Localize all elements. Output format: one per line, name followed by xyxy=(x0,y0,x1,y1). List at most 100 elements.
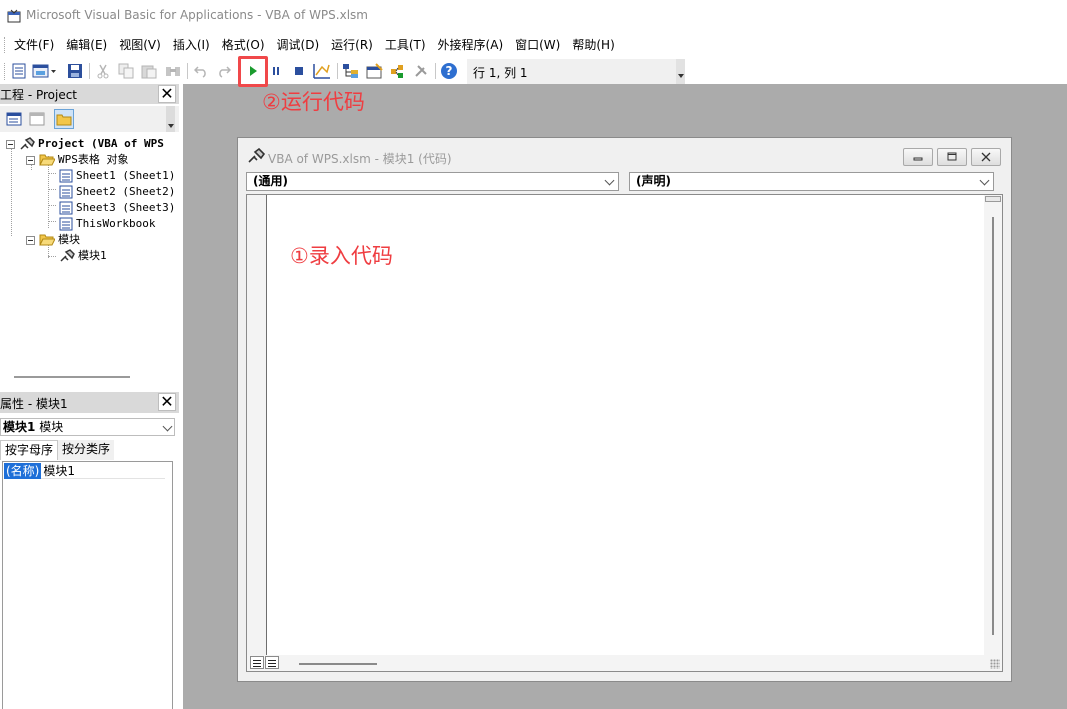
folder-open-icon xyxy=(39,234,55,246)
copy-icon[interactable] xyxy=(117,62,135,80)
property-value[interactable]: 模块1 xyxy=(41,463,166,479)
cut-icon[interactable] xyxy=(94,62,112,80)
horizontal-scroll-thumb[interactable] xyxy=(299,663,377,665)
project-explorer-icon[interactable] xyxy=(342,62,360,80)
properties-pane-title: 属性 - 模块1 xyxy=(0,397,68,411)
insert-module-icon[interactable] xyxy=(32,62,58,80)
close-icon: ✕ xyxy=(160,392,174,411)
code-window: VBA of WPS.xlsm - 模块1 (代码) (通用) (声明) xyxy=(237,137,1012,682)
toolbar-grip[interactable] xyxy=(4,63,6,80)
tree-label-thisworkbook: ThisWorkbook xyxy=(76,217,156,230)
tree-node-sheet2[interactable]: Sheet2 (Sheet2) xyxy=(59,184,175,200)
split-bar[interactable] xyxy=(985,196,1001,202)
tree-node-thisworkbook[interactable]: ThisWorkbook xyxy=(59,216,155,232)
vertical-scroll-thumb[interactable] xyxy=(992,217,994,635)
run-icon[interactable] xyxy=(244,62,262,80)
collapse-icon[interactable] xyxy=(26,155,35,165)
code-text-area[interactable] xyxy=(268,195,984,655)
tree-label-sheet2: Sheet2 (Sheet2) xyxy=(76,185,176,198)
procedure-combo-value: (声明) xyxy=(636,174,671,188)
tree-node-objects-folder[interactable]: WPS表格 对象 xyxy=(26,152,129,168)
menu-run[interactable]: 运行(R) xyxy=(325,37,379,53)
help-icon[interactable]: ? xyxy=(440,62,458,80)
toolbar-overflow-button[interactable] xyxy=(676,59,685,84)
collapse-icon[interactable] xyxy=(6,139,15,149)
view-code-icon[interactable] xyxy=(4,109,24,129)
vba-project-icon xyxy=(20,137,35,150)
tree-label-modules-folder: 模块 xyxy=(58,233,80,246)
project-tree: Project (VBA of WPS WPS表格 对象 Sheet1 (She… xyxy=(0,134,176,384)
properties-icon[interactable] xyxy=(366,62,384,80)
resize-grip[interactable] xyxy=(990,659,1000,669)
properties-pane-header: 属性 - 模块1 ✕ xyxy=(0,392,179,413)
tree-node-project[interactable]: Project (VBA of WPS xyxy=(6,136,164,152)
tree-label-sheet3: Sheet3 (Sheet3) xyxy=(76,201,176,214)
close-button[interactable] xyxy=(971,148,1001,166)
project-tree-scrollbar[interactable] xyxy=(14,376,130,378)
menu-window[interactable]: 窗口(W) xyxy=(509,37,566,53)
full-module-view-button[interactable] xyxy=(265,656,279,669)
view-object-icon[interactable] xyxy=(27,109,47,129)
margin-indicator-bar[interactable] xyxy=(247,195,267,671)
object-combo-value: (通用) xyxy=(253,174,288,188)
tree-label-sheet1: Sheet1 (Sheet1) xyxy=(76,169,176,182)
folder-open-icon xyxy=(39,154,55,166)
tree-node-sheet3[interactable]: Sheet3 (Sheet3) xyxy=(59,200,175,216)
chevron-down-icon xyxy=(979,175,990,186)
tab-categorized[interactable]: 按分类序 xyxy=(58,440,115,460)
design-mode-icon[interactable] xyxy=(313,62,331,80)
tab-alphabetic[interactable]: 按字母序 xyxy=(0,440,59,460)
collapse-icon[interactable] xyxy=(26,235,35,245)
tree-node-modules-folder[interactable]: 模块 xyxy=(26,232,80,248)
menu-addins[interactable]: 外接程序(A) xyxy=(432,37,510,53)
menu-file[interactable]: 文件(F) xyxy=(8,37,60,53)
project-explorer-pane: 工程 - Project ✕ Project (VBA of WPS WPS表格… xyxy=(0,84,179,388)
properties-pane-close-button[interactable]: ✕ xyxy=(158,393,176,411)
paste-icon[interactable] xyxy=(140,62,158,80)
close-icon xyxy=(981,152,991,162)
toolbox-icon[interactable] xyxy=(412,62,430,80)
cursor-position-display: 行 1, 列 1 xyxy=(467,59,685,84)
code-window-title-bar[interactable]: VBA of WPS.xlsm - 模块1 (代码) xyxy=(238,138,1011,170)
object-combo[interactable]: (通用) xyxy=(246,172,619,191)
module-icon xyxy=(248,148,265,163)
menu-tools[interactable]: 工具(T) xyxy=(379,37,432,53)
toggle-folders-icon[interactable] xyxy=(54,109,74,129)
menu-help[interactable]: 帮助(H) xyxy=(566,37,620,53)
properties-object-type: 模块 xyxy=(39,420,64,434)
minimize-button[interactable] xyxy=(903,148,933,166)
tree-label-module1: 模块1 xyxy=(78,249,107,262)
project-toolbar-overflow-button[interactable] xyxy=(166,106,175,132)
title-bar: Microsoft Visual Basic for Applications … xyxy=(0,0,1067,32)
menu-grip[interactable] xyxy=(4,37,6,53)
object-browser-icon[interactable] xyxy=(389,62,407,80)
procedure-combo[interactable]: (声明) xyxy=(629,172,994,191)
properties-object-dropdown[interactable]: 模块1 模块 xyxy=(0,418,175,436)
chevron-down-icon xyxy=(162,421,173,432)
menu-view[interactable]: 视图(V) xyxy=(113,37,167,53)
find-icon[interactable] xyxy=(164,62,182,80)
reset-icon[interactable] xyxy=(290,62,308,80)
horizontal-scroll-row xyxy=(247,655,1002,671)
menu-debug[interactable]: 调试(D) xyxy=(271,37,326,53)
tree-node-sheet1[interactable]: Sheet1 (Sheet1) xyxy=(59,168,175,184)
break-icon[interactable] xyxy=(267,62,285,80)
property-key: (名称) xyxy=(4,463,42,479)
menu-insert[interactable]: 插入(I) xyxy=(167,37,216,53)
property-row-name[interactable]: (名称) 模块1 xyxy=(4,463,166,479)
menu-edit[interactable]: 编辑(E) xyxy=(60,37,113,53)
vertical-scrollbar[interactable] xyxy=(984,195,1002,655)
view-excel-icon[interactable] xyxy=(10,62,28,80)
properties-tabs: 按字母序 按分类序 xyxy=(0,440,115,460)
procedure-view-button[interactable] xyxy=(250,656,264,669)
tree-node-module1[interactable]: 模块1 xyxy=(59,248,107,264)
undo-icon[interactable] xyxy=(192,62,210,80)
project-pane-close-button[interactable]: ✕ xyxy=(158,85,176,103)
menu-format[interactable]: 格式(O) xyxy=(216,37,271,53)
restore-button[interactable] xyxy=(937,148,967,166)
save-icon[interactable] xyxy=(66,62,84,80)
redo-icon[interactable] xyxy=(215,62,233,80)
chevron-down-icon xyxy=(604,175,615,186)
module-icon xyxy=(60,249,75,262)
properties-pane: 属性 - 模块1 ✕ 模块1 模块 按字母序 按分类序 (名称) 模块1 xyxy=(0,392,179,709)
